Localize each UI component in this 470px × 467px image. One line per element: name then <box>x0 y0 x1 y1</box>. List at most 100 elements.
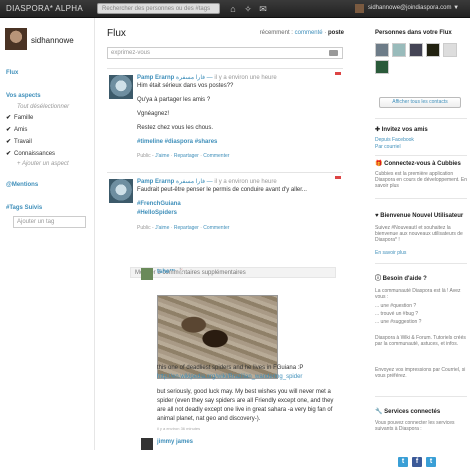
aspect-label: Amis <box>14 127 28 133</box>
services-heading: 🔧 Services connectés <box>375 408 440 415</box>
comment-link[interactable]: Commenter <box>203 225 229 231</box>
comment-link[interactable]: Commenter <box>203 153 229 159</box>
left-sidebar: sidhannowe Flux Vos aspects Tout désélec… <box>0 18 95 450</box>
avatar[interactable] <box>426 43 440 57</box>
comment-text-line: but seriously, good luck may. My best wi… <box>157 389 331 395</box>
aspect-item[interactable]: ✔ Connaissances <box>6 150 55 157</box>
comment-text-line: animal planet, nat geo and discovery-). <box>157 416 261 422</box>
avatar[interactable] <box>375 43 389 57</box>
divider <box>375 198 467 199</box>
tumblr-icon[interactable]: t <box>426 457 436 467</box>
invite-title: Invitez vos amis <box>381 127 428 133</box>
reshare-link[interactable]: Repartager <box>174 153 199 159</box>
post-text-line: Qu'ya à partager les amis ? <box>137 97 211 103</box>
sort-commented-link[interactable]: commenté <box>295 30 323 36</box>
sidebar-item-mentions[interactable]: @Mentions <box>6 182 38 188</box>
facebook-icon[interactable]: f <box>412 457 422 467</box>
profile-name[interactable]: sidhannowe <box>31 36 74 45</box>
avatar[interactable] <box>5 28 27 50</box>
add-tag-input[interactable]: Ajouter un tag <box>13 216 86 228</box>
post-author[interactable]: Pamp Erarnp فارا مسفرة — il y a environ … <box>137 74 277 81</box>
reshare-link[interactable]: Repartager <box>174 225 199 231</box>
stream: Flux récemment : commenté · poste exprim… <box>100 18 350 450</box>
flag-icon[interactable] <box>335 72 341 75</box>
aspect-item[interactable]: ✔ Famille <box>6 114 33 121</box>
comment-author[interactable]: tshe™ 🐇 <box>157 268 184 275</box>
help-item[interactable]: ... trouvé un #bug ? <box>375 311 467 317</box>
aspect-item[interactable]: ✔ Travail <box>6 138 32 145</box>
post-text-line: Him était sérieux dans vos postes?? <box>137 83 234 89</box>
help-title: Besoin d'aide ? <box>382 276 427 282</box>
check-icon: ✔ <box>6 151 12 157</box>
post-time[interactable]: il y a environ une heure <box>214 179 276 185</box>
services-title: Services connectés <box>384 409 441 415</box>
publisher-input[interactable]: exprimez-vous <box>107 47 343 59</box>
brand-logo[interactable]: DIASPORA* ALPHA <box>6 4 83 13</box>
avatar[interactable] <box>443 43 457 57</box>
invite-email-link[interactable]: Par courriel <box>375 144 467 150</box>
comment-time[interactable]: il y a environ 36 minutes <box>157 426 200 431</box>
help-item[interactable]: ... une #question ? <box>375 303 467 309</box>
comment-link[interactable]: http://en.wikipedia.org/wiki/Brazilian_w… <box>157 374 302 380</box>
twitter-icon[interactable]: t <box>398 457 408 467</box>
aspects-heading[interactable]: Vos aspects <box>6 93 41 99</box>
divider <box>375 396 467 397</box>
add-aspect-link[interactable]: + Ajouter un aspect <box>17 161 69 167</box>
welcome-title: Bienvenue Nouvel Utilisateur <box>380 213 464 219</box>
avatar[interactable] <box>409 43 423 57</box>
followed-tags-heading[interactable]: #Tags Suivis <box>6 205 42 211</box>
avatar[interactable] <box>375 60 389 74</box>
like-link[interactable]: J'aime <box>155 153 169 159</box>
avatar[interactable] <box>392 43 406 57</box>
help-text: La communauté Diaspora est là ! Avez vou… <box>375 288 461 300</box>
search-input[interactable]: Rechercher des personnes ou des #tags <box>97 3 220 14</box>
avatar[interactable] <box>141 438 153 450</box>
post-tags[interactable]: #timeline #diaspora #shares <box>137 139 217 145</box>
check-icon: ✔ <box>6 115 12 121</box>
page-title: Flux <box>107 28 126 39</box>
question-icon: ⓘ <box>375 276 383 282</box>
sidebar-item-flux[interactable]: Flux <box>6 70 18 76</box>
right-sidebar: Personnes dans votre Flux Afficher tous … <box>372 18 470 467</box>
post-text-line: Faudrait peut-être penser le permis de c… <box>137 187 307 193</box>
welcome-learn-more-link[interactable]: En savoir plus <box>375 250 467 256</box>
aspect-label: Travail <box>14 139 32 145</box>
post-tag[interactable]: #FrenchGuiana <box>137 201 181 207</box>
help-item[interactable]: ... une #suggestion ? <box>375 319 467 325</box>
avatar[interactable] <box>109 75 133 99</box>
like-link[interactable]: J'aime <box>155 225 169 231</box>
top-navigation-bar: DIASPORA* ALPHA Rechercher des personnes… <box>0 0 470 18</box>
post-tag[interactable]: #HelloSpiders <box>137 210 177 216</box>
sort-post-link[interactable]: poste <box>328 30 344 36</box>
flag-icon[interactable] <box>335 176 341 179</box>
avatar[interactable] <box>141 268 153 280</box>
post-time[interactable]: il y a environ une heure <box>214 75 276 81</box>
avatar[interactable] <box>109 179 133 203</box>
mail-icon[interactable]: ✉ <box>258 4 268 14</box>
comment-author[interactable]: jimmy james <box>157 439 193 445</box>
post: Pamp Erarnp فارا مسفرة — il y a environ … <box>107 68 343 173</box>
wrench-icon: 🔧 <box>375 409 385 415</box>
comment-caption: this one of deadliest spiders and he liv… <box>157 365 304 371</box>
author-name[interactable]: Pamp Erarnp <box>137 75 174 81</box>
check-icon: ✔ <box>6 127 12 133</box>
show-all-contacts-button[interactable]: Afficher tous les contacts <box>379 97 461 108</box>
user-avatar-small[interactable] <box>355 4 364 13</box>
gift-icon: 🎁 <box>375 161 385 167</box>
comment-text-line: spider (even they say spiders are all Fr… <box>157 398 334 404</box>
author-name[interactable]: Pamp Erarnp <box>137 179 174 185</box>
help-wiki-text: Diaspora à Wiki & Forum. Tutoriels créés… <box>375 335 466 347</box>
aspect-label: Famille <box>14 115 34 121</box>
welcome-text: Suivez #Nouveautí et souhaitez la bienve… <box>375 225 463 243</box>
post-author[interactable]: Pamp Erarnp فارا مسفرة — il y a environ … <box>137 178 277 185</box>
user-menu[interactable]: sidhannowe@joindiaspora.com ▼ <box>368 5 459 11</box>
divider <box>375 118 467 119</box>
cubbies-text: Cubbies est la première application Dias… <box>375 171 468 189</box>
aspect-item[interactable]: ✔ Amis <box>6 126 27 133</box>
camera-icon[interactable] <box>329 50 338 56</box>
post-actions: Public - J'aime · Repartager · Commenter <box>137 225 230 231</box>
home-icon[interactable]: ⌂ <box>228 4 238 14</box>
deselect-all-link[interactable]: Tout désélectionner <box>17 104 69 110</box>
bell-icon[interactable]: ✧ <box>243 4 253 14</box>
invite-facebook-link[interactable]: Depuis Facebook <box>375 137 467 143</box>
